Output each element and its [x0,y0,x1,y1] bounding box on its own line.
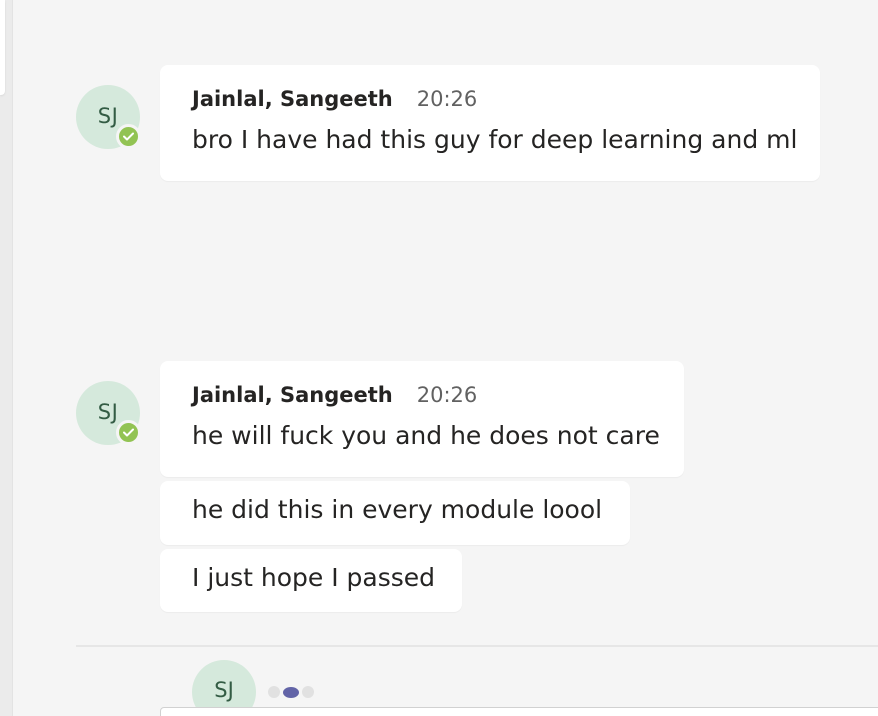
typing-dots-icon [268,686,314,698]
message-timestamp: 20:26 [416,383,478,407]
typing-dot [283,686,299,698]
left-rail [0,0,13,716]
message-header: Jainlal, Sangeeth 20:26 [192,383,477,407]
divider [76,645,878,647]
left-rail-tab[interactable] [0,0,5,95]
presence-available-badge [116,420,141,445]
compose-box[interactable] [160,707,878,716]
avatar[interactable]: SJ [76,381,141,445]
message-timestamp: 20:26 [416,87,478,111]
avatar[interactable]: SJ [76,85,141,149]
typing-dot [302,686,314,698]
message-text: he did this in every module loool [192,495,603,524]
check-icon [123,132,134,141]
avatar-initials: SJ [97,104,119,128]
message-bubble[interactable]: Jainlal, Sangeeth 20:26 he will fuck you… [160,361,684,477]
typing-dot [268,686,280,698]
chat-window: SJ Jainlal, Sangeeth 20:26 bro I have ha… [0,0,878,716]
presence-available-badge [116,124,141,149]
message-text: bro I have had this guy for deep learnin… [192,125,798,154]
message-bubble[interactable]: Jainlal, Sangeeth 20:26 bro I have had t… [160,65,820,181]
message-text: he will fuck you and he does not care [192,421,660,450]
check-icon [123,428,134,437]
avatar-initials: SJ [97,400,119,424]
message-bubble[interactable]: I just hope I passed [160,549,462,612]
message-bubble[interactable]: he did this in every module loool [160,481,630,545]
avatar-initials: SJ [214,678,234,702]
message-text: I just hope I passed [192,563,436,592]
message-author[interactable]: Jainlal, Sangeeth [192,87,393,111]
message-header: Jainlal, Sangeeth 20:26 [192,87,477,111]
message-author[interactable]: Jainlal, Sangeeth [192,383,393,407]
